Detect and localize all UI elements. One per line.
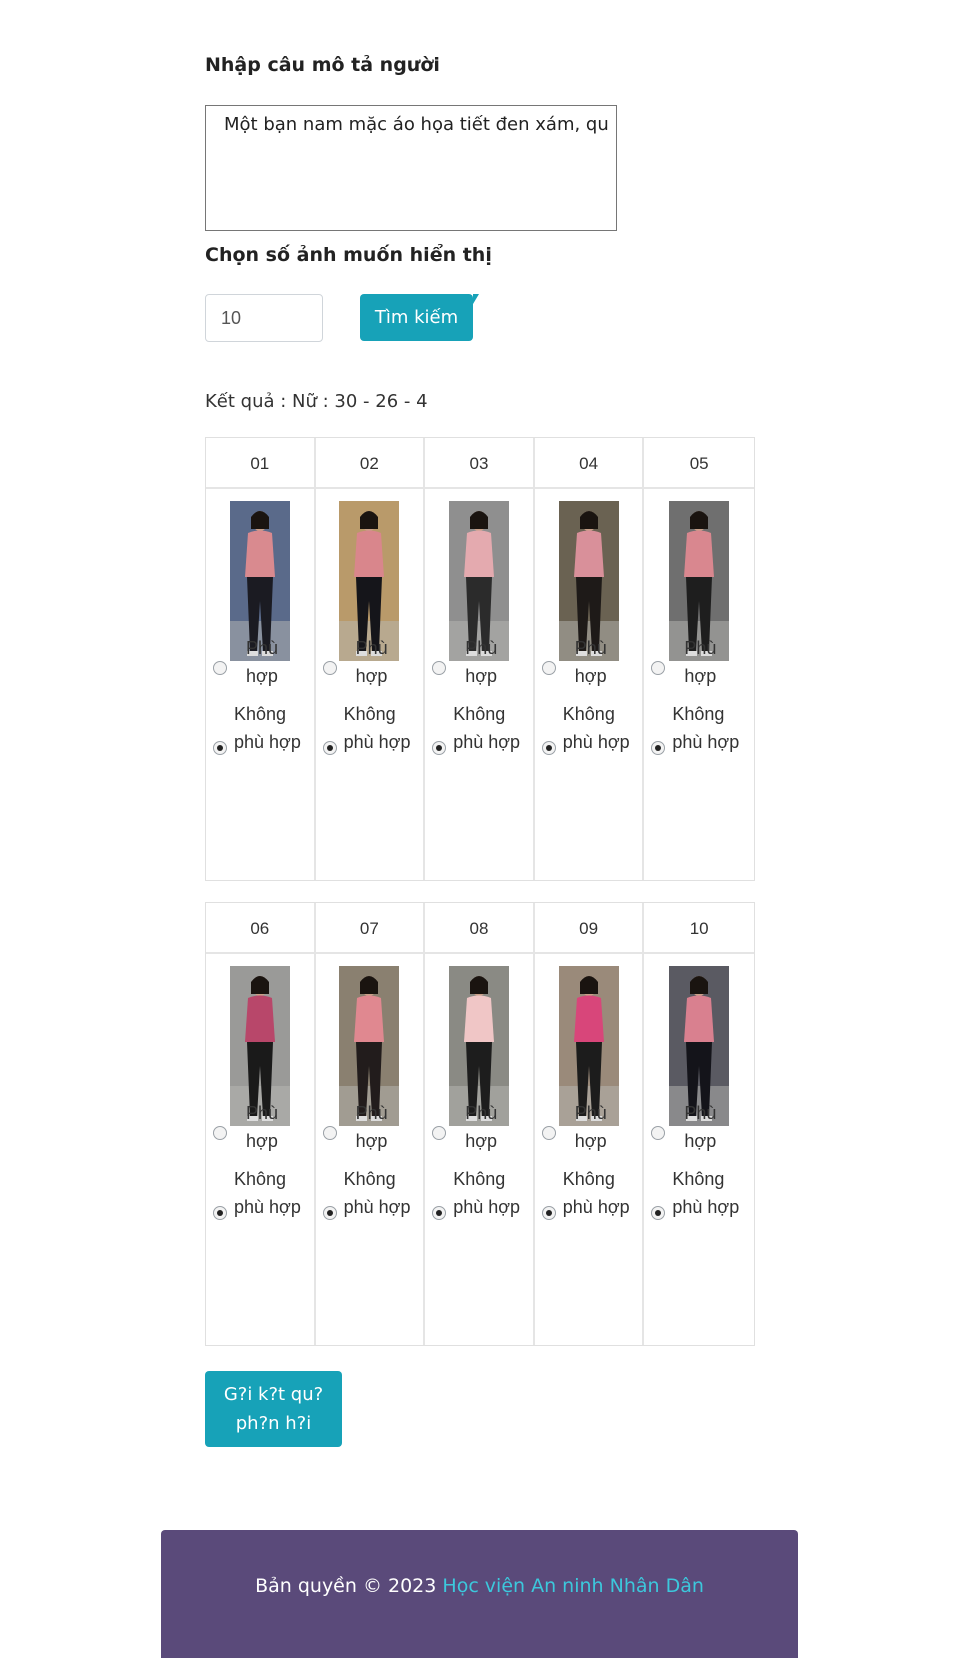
result-summary: Kết quả : Nữ : 30 - 26 - 4 bbox=[205, 391, 428, 412]
match-option-label: Phù hợp bbox=[246, 1103, 279, 1151]
result-card-06: 06 Phù hợp Không phù hợp bbox=[206, 903, 316, 1345]
no-match-radio[interactable] bbox=[213, 1206, 227, 1220]
no-match-radio[interactable] bbox=[651, 1206, 666, 1220]
card-number: 09 bbox=[534, 903, 643, 954]
no-match-option-label: Không phù hợp bbox=[343, 1169, 411, 1217]
result-card-01: 01 Phù hợp Không phù hợp bbox=[206, 438, 316, 880]
match-radio[interactable] bbox=[432, 661, 447, 675]
match-option-label: Phù hợp bbox=[465, 1103, 498, 1151]
card-number: 10 bbox=[644, 903, 754, 954]
search-button[interactable]: Tìm kiếm bbox=[360, 294, 479, 341]
result-card-02: 02 Phù hợp Không phù hợp bbox=[315, 438, 426, 880]
match-radio[interactable] bbox=[213, 661, 227, 675]
match-radio[interactable] bbox=[651, 1126, 666, 1140]
no-match-radio[interactable] bbox=[541, 741, 556, 755]
match-radio[interactable] bbox=[322, 1126, 337, 1140]
card-number: 08 bbox=[425, 903, 533, 954]
card-number: 05 bbox=[644, 438, 754, 489]
no-match-radio[interactable] bbox=[322, 1206, 337, 1220]
no-match-option-label: Không phù hợp bbox=[343, 704, 411, 752]
card-number: 03 bbox=[425, 438, 533, 489]
card-number: 07 bbox=[315, 903, 424, 954]
no-match-radio[interactable] bbox=[213, 741, 227, 755]
footer: Bản quyền © 2023 Học viện An ninh Nhân D… bbox=[161, 1530, 798, 1658]
result-grid-row-1: 01 Phù hợp Không phù hợp 02 Phù hợp Không phù… bbox=[205, 437, 755, 881]
result-grid-row-2: 06 Phù hợp Không phù hợp 07 Phù hợp Không phù… bbox=[205, 902, 755, 1346]
description-input[interactable] bbox=[205, 105, 617, 231]
card-number: 04 bbox=[534, 438, 643, 489]
match-option-label: Phù hợp bbox=[684, 1103, 717, 1151]
desc-label: Nhập câu mô tả người bbox=[205, 54, 440, 76]
result-card-05: 05 Phù hợp Không phù hợp bbox=[644, 438, 754, 880]
match-radio[interactable] bbox=[432, 1126, 447, 1140]
match-radio[interactable] bbox=[322, 661, 337, 675]
match-option-label: Phù hợp bbox=[246, 638, 279, 686]
count-label: Chọn số ảnh muốn hiển thị bbox=[205, 244, 492, 266]
result-card-08: 08 Phù hợp Không phù hợp bbox=[425, 903, 535, 1345]
match-radio[interactable] bbox=[541, 661, 556, 675]
match-option-label: Phù hợp bbox=[355, 638, 388, 686]
no-match-option-label: Không phù hợp bbox=[672, 1169, 740, 1217]
match-radio[interactable] bbox=[651, 661, 666, 675]
match-option-label: Phù hợp bbox=[574, 638, 607, 686]
no-match-option-label: Không phù hợp bbox=[453, 1169, 521, 1217]
match-option-label: Phù hợp bbox=[574, 1103, 607, 1151]
result-card-09: 09 Phù hợp Không phù hợp bbox=[534, 903, 645, 1345]
match-option-label: Phù hợp bbox=[355, 1103, 388, 1151]
copyright-text: Bản quyền © 2023 bbox=[255, 1575, 437, 1597]
no-match-radio[interactable] bbox=[541, 1206, 556, 1220]
image-count-input[interactable] bbox=[205, 294, 323, 342]
result-card-03: 03 Phù hợp Không phù hợp bbox=[425, 438, 535, 880]
match-option-label: Phù hợp bbox=[465, 638, 498, 686]
submit-feedback-button[interactable]: G?i k?t qu? ph?n h?i bbox=[205, 1371, 342, 1447]
card-number: 06 bbox=[206, 903, 314, 954]
no-match-radio[interactable] bbox=[322, 741, 337, 755]
match-radio[interactable] bbox=[541, 1126, 556, 1140]
card-number: 01 bbox=[206, 438, 314, 489]
no-match-option-label: Không phù hợp bbox=[562, 704, 630, 752]
no-match-radio[interactable] bbox=[651, 741, 666, 755]
footer-link[interactable]: Học viện An ninh Nhân Dân bbox=[442, 1575, 704, 1597]
card-number: 02 bbox=[315, 438, 424, 489]
result-card-07: 07 Phù hợp Không phù hợp bbox=[315, 903, 426, 1345]
no-match-radio[interactable] bbox=[432, 1206, 447, 1220]
no-match-option-label: Không phù hợp bbox=[234, 704, 301, 752]
match-option-label: Phù hợp bbox=[684, 638, 717, 686]
no-match-option-label: Không phù hợp bbox=[234, 1169, 301, 1217]
match-radio[interactable] bbox=[213, 1126, 227, 1140]
result-card-10: 10 Phù hợp Không phù hợp bbox=[644, 903, 754, 1345]
no-match-option-label: Không phù hợp bbox=[672, 704, 740, 752]
result-card-04: 04 Phù hợp Không phù hợp bbox=[534, 438, 645, 880]
no-match-radio[interactable] bbox=[432, 741, 447, 755]
no-match-option-label: Không phù hợp bbox=[453, 704, 521, 752]
no-match-option-label: Không phù hợp bbox=[562, 1169, 630, 1217]
